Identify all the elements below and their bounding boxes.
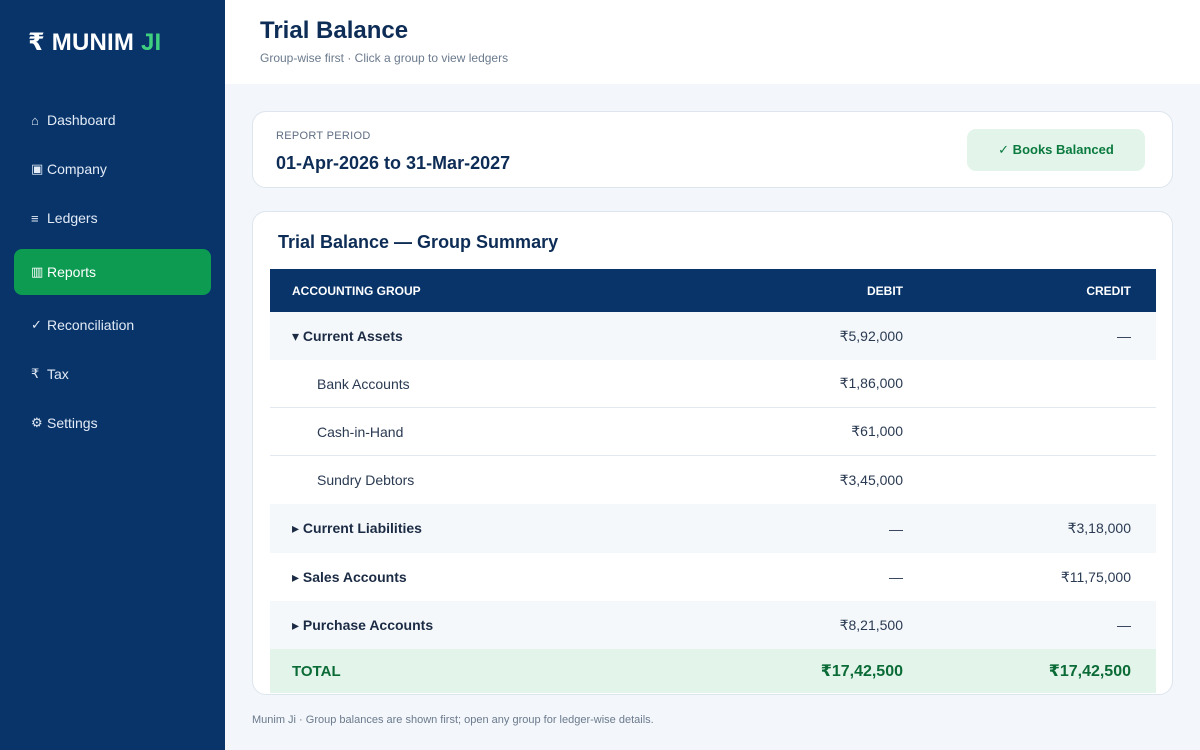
table-header: ACCOUNTING GROUP DEBIT CREDIT <box>270 269 1156 312</box>
sidebar-item-label: Reconciliation <box>47 317 135 333</box>
group-name: ▸ Sales Accounts <box>292 568 407 585</box>
trial-balance-table: ACCOUNTING GROUP DEBIT CREDIT ▾ Current … <box>270 269 1156 693</box>
sidebar: ₹ MUNIM JI ⌂ Dashboard ▣ Company ≡ Ledge… <box>0 0 225 750</box>
group-name: ▾ Current Assets <box>292 327 403 344</box>
report-period-label: REPORT PERIOD <box>276 130 371 142</box>
company-icon: ▣ <box>31 161 44 176</box>
group-debit: — <box>889 569 903 585</box>
ledger-debit: ₹3,45,000 <box>839 471 903 488</box>
ledger-row-cash-in-hand[interactable]: Cash-in-Hand ₹61,000 <box>270 408 1156 456</box>
sidebar-item-ledgers[interactable]: ≡ Ledgers <box>14 195 211 241</box>
ledger-row-bank-accounts[interactable]: Bank Accounts ₹1,86,000 <box>270 360 1156 408</box>
check-icon: ✓ <box>31 317 42 332</box>
sidebar-item-reconciliation[interactable]: ✓ Reconciliation <box>14 302 211 348</box>
group-row-current-assets[interactable]: ▾ Current Assets ₹5,92,000 — <box>270 312 1156 360</box>
ledger-name: Cash-in-Hand <box>317 423 404 440</box>
group-row-current-liabilities[interactable]: ▸ Current Liabilities — ₹3,18,000 <box>270 504 1156 553</box>
column-header-group: ACCOUNTING GROUP <box>292 283 421 298</box>
page-header: Trial Balance Group-wise first · Click a… <box>225 0 1200 84</box>
group-name: ▸ Current Liabilities <box>292 520 422 536</box>
gear-icon: ⚙ <box>31 415 43 430</box>
group-credit: — <box>1117 328 1131 344</box>
sidebar-item-label: Reports <box>47 264 97 280</box>
group-debit: ₹8,21,500 <box>839 616 903 633</box>
column-header-credit: CREDIT <box>1086 283 1131 298</box>
sidebar-item-settings[interactable]: ⚙ Settings <box>14 400 211 446</box>
trial-balance-card: Trial Balance — Group Summary ACCOUNTING… <box>252 211 1173 695</box>
column-header-debit: DEBIT <box>867 283 903 298</box>
ledger-name: Sundry Debtors <box>317 472 415 488</box>
sidebar-item-label: Settings <box>47 415 98 431</box>
page-subtitle: Group-wise first · Click a group to view… <box>260 51 509 65</box>
ledger-row-sundry-debtors[interactable]: Sundry Debtors ₹3,45,000 <box>270 456 1156 504</box>
sidebar-item-company[interactable]: ▣ Company <box>14 146 211 192</box>
total-label: TOTAL <box>292 662 341 680</box>
group-row-sales-accounts[interactable]: ▸ Sales Accounts — ₹11,75,000 <box>270 553 1156 601</box>
home-icon: ⌂ <box>31 112 39 128</box>
total-credit: ₹17,42,500 <box>1048 663 1131 680</box>
group-debit: ₹5,92,000 <box>839 327 903 344</box>
sidebar-item-label: Company <box>47 161 107 177</box>
rupee-icon: ₹ <box>31 366 40 381</box>
group-name: ▸ Purchase Accounts <box>292 616 434 633</box>
group-credit: — <box>1117 617 1131 633</box>
group-credit: ₹11,75,000 <box>1060 568 1131 585</box>
list-icon: ≡ <box>31 210 39 226</box>
sidebar-item-tax[interactable]: ₹ Tax <box>14 351 211 397</box>
sidebar-item-label: Ledgers <box>47 210 98 226</box>
sidebar-item-reports[interactable]: ▥ Reports <box>14 249 211 295</box>
brand-accent: JI <box>140 29 162 56</box>
ledger-debit: ₹1,86,000 <box>839 375 903 391</box>
ledger-debit: ₹61,000 <box>851 423 903 439</box>
page-title: Trial Balance <box>260 17 409 44</box>
footnote: Munim Ji · Group balances are shown firs… <box>252 714 654 726</box>
books-balanced-badge: ✓ Books Balanced <box>967 129 1145 171</box>
report-period-card: REPORT PERIOD 01-Apr-2026 to 31-Mar-2027… <box>252 111 1173 188</box>
group-row-purchase-accounts[interactable]: ▸ Purchase Accounts ₹8,21,500 — <box>270 601 1156 649</box>
table-title: Trial Balance — Group Summary <box>278 232 559 252</box>
rupee-icon: ₹ <box>28 29 45 56</box>
reports-icon: ▥ <box>31 264 44 279</box>
report-period-value[interactable]: 01-Apr-2026 to 31-Mar-2027 <box>276 153 510 174</box>
brand-logo[interactable]: ₹ MUNIM JI <box>28 28 161 57</box>
sidebar-item-dashboard[interactable]: ⌂ Dashboard <box>14 97 211 143</box>
total-row: TOTAL ₹17,42,500 ₹17,42,500 <box>270 649 1156 693</box>
sidebar-item-label: Dashboard <box>47 112 116 128</box>
ledger-name: Bank Accounts <box>317 375 410 392</box>
group-credit: ₹3,18,000 <box>1067 520 1131 536</box>
sidebar-item-label: Tax <box>47 366 69 382</box>
group-debit: — <box>889 520 903 537</box>
total-debit: ₹17,42,500 <box>820 663 903 680</box>
brand-name: MUNIM <box>51 29 135 56</box>
